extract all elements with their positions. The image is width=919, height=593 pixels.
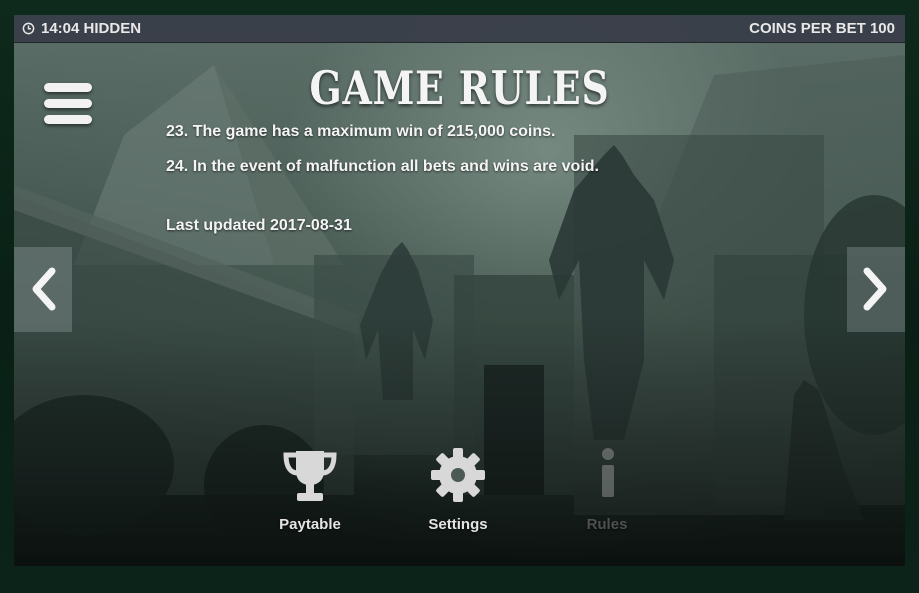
- hamburger-menu-button[interactable]: [42, 79, 94, 127]
- settings-button[interactable]: Settings: [403, 445, 513, 533]
- rule-item: 24. In the event of malfunction all bets…: [166, 158, 599, 175]
- device-frame: 14:04 HIDDEN COINS PER BET 100 GAME RULE…: [0, 0, 919, 593]
- previous-page-button[interactable]: [14, 247, 72, 332]
- trophy-icon: [283, 451, 337, 501]
- rules-label: Rules: [586, 516, 628, 533]
- game-screen: 14:04 HIDDEN COINS PER BET 100 GAME RULE…: [14, 15, 905, 566]
- next-page-button[interactable]: [847, 247, 905, 332]
- time-mode-text: 14:04 HIDDEN: [41, 20, 142, 37]
- settings-label: Settings: [428, 516, 488, 533]
- status-bar: 14:04 HIDDEN COINS PER BET 100: [14, 15, 905, 43]
- coins-per-bet-text: COINS PER BET 100: [749, 20, 895, 37]
- gear-icon: [431, 448, 485, 502]
- chevron-left-icon: [32, 267, 56, 311]
- paytable-button[interactable]: Paytable: [255, 445, 365, 533]
- page-title: GAME RULES: [309, 61, 610, 115]
- rule-item: 23. The game has a maximum win of 215,00…: [166, 123, 556, 140]
- chevron-right-icon: [863, 267, 887, 311]
- paytable-label: Paytable: [279, 516, 341, 533]
- menu-bar-icon: [44, 115, 92, 124]
- rules-text: 23. The game has a maximum win of 215,00…: [166, 123, 726, 193]
- info-icon: [602, 448, 614, 497]
- menu-bar-icon: [44, 99, 92, 108]
- menu-bar-icon: [44, 83, 92, 92]
- clock-icon: [22, 22, 35, 35]
- rules-button[interactable]: Rules: [552, 445, 662, 533]
- last-updated-text: Last updated 2017-08-31: [166, 217, 352, 234]
